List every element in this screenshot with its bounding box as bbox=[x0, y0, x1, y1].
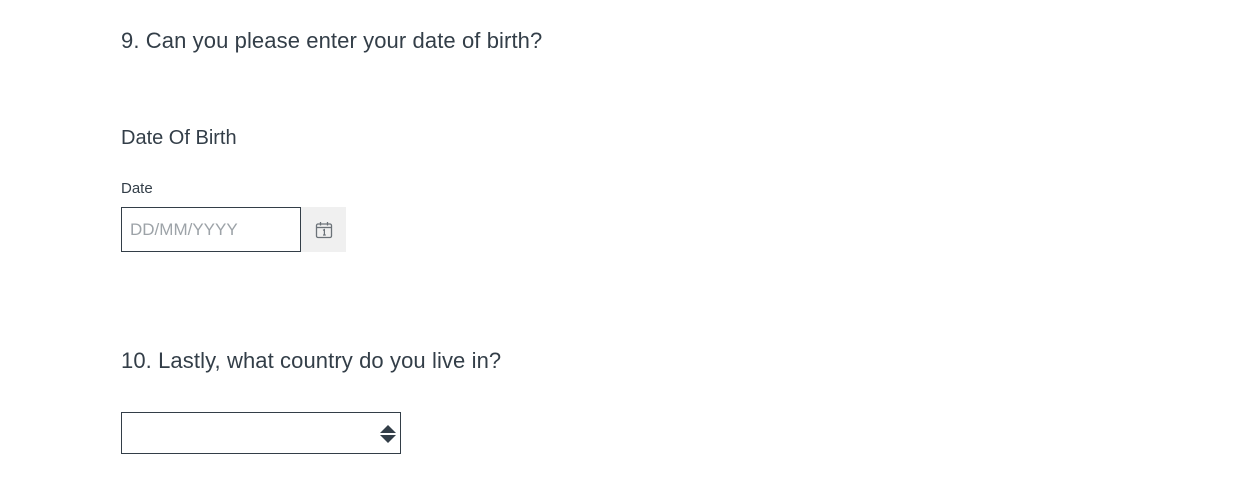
date-field-label: Date bbox=[121, 180, 153, 197]
calendar-button[interactable] bbox=[301, 207, 346, 252]
question-10-title: 10. Lastly, what country do you live in? bbox=[121, 348, 502, 373]
date-input[interactable] bbox=[121, 207, 301, 252]
country-select[interactable] bbox=[121, 412, 401, 454]
question-9-title: 9. Can you please enter your date of bir… bbox=[121, 28, 543, 53]
calendar-icon bbox=[315, 221, 332, 238]
up-down-arrows-icon bbox=[380, 425, 396, 443]
date-of-birth-group-label: Date Of Birth bbox=[121, 127, 237, 149]
question-9: 9. Can you please enter your date of bir… bbox=[121, 28, 1121, 54]
date-input-group bbox=[121, 207, 346, 252]
question-10: 10. Lastly, what country do you live in? bbox=[121, 348, 1121, 374]
